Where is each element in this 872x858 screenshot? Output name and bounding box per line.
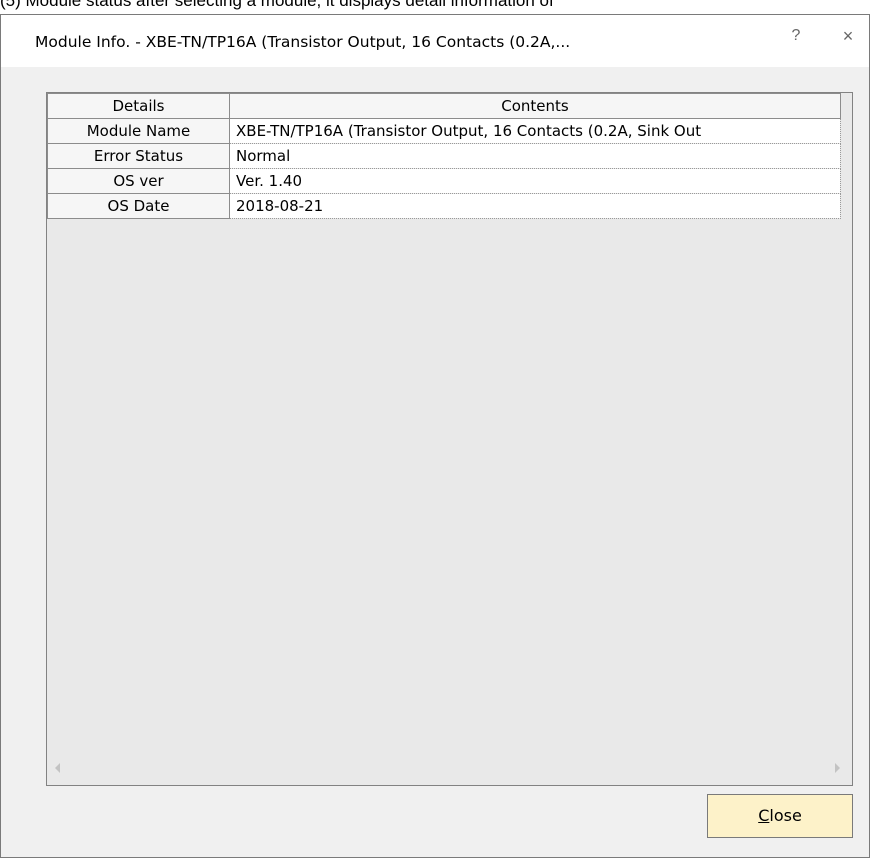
row-label-error-status: Error Status (47, 143, 230, 169)
close-icon[interactable]: × (833, 23, 863, 49)
row-label-module-name: Module Name (47, 118, 230, 144)
table-row[interactable]: Error Status Normal (47, 143, 841, 169)
table-row[interactable]: OS ver Ver. 1.40 (47, 168, 841, 194)
title-bar: Module Info. - XBE-TN/TP16A (Transistor … (1, 15, 869, 67)
close-button[interactable]: Close (707, 794, 853, 838)
column-header-contents[interactable]: Contents (229, 93, 841, 119)
module-info-dialog: Module Info. - XBE-TN/TP16A (Transistor … (0, 14, 870, 858)
row-value-os-date[interactable]: 2018-08-21 (229, 193, 841, 219)
row-label-os-ver: OS ver (47, 168, 230, 194)
row-value-module-name[interactable]: XBE-TN/TP16A (Transistor Output, 16 Cont… (229, 118, 841, 144)
row-value-os-ver[interactable]: Ver. 1.40 (229, 168, 841, 194)
table-row[interactable]: OS Date 2018-08-21 (47, 193, 841, 219)
module-info-table: Details Contents Module Name XBE-TN/TP16… (47, 93, 841, 219)
row-label-os-date: OS Date (47, 193, 230, 219)
table-row[interactable]: Module Name XBE-TN/TP16A (Transistor Out… (47, 118, 841, 144)
background-text: (5) Module status after selecting a modu… (0, 0, 554, 10)
row-value-error-status[interactable]: Normal (229, 143, 841, 169)
column-header-details[interactable]: Details (47, 93, 230, 119)
module-info-grid[interactable]: Details Contents Module Name XBE-TN/TP16… (46, 92, 853, 786)
scroll-right-arrow-icon[interactable] (835, 763, 840, 773)
close-button-label: Close (758, 806, 802, 825)
horizontal-scrollbar[interactable] (47, 751, 852, 785)
dialog-title: Module Info. - XBE-TN/TP16A (Transistor … (35, 33, 571, 51)
help-icon[interactable]: ? (781, 23, 811, 49)
scroll-left-arrow-icon[interactable] (55, 763, 60, 773)
table-header-row: Details Contents (47, 93, 841, 119)
